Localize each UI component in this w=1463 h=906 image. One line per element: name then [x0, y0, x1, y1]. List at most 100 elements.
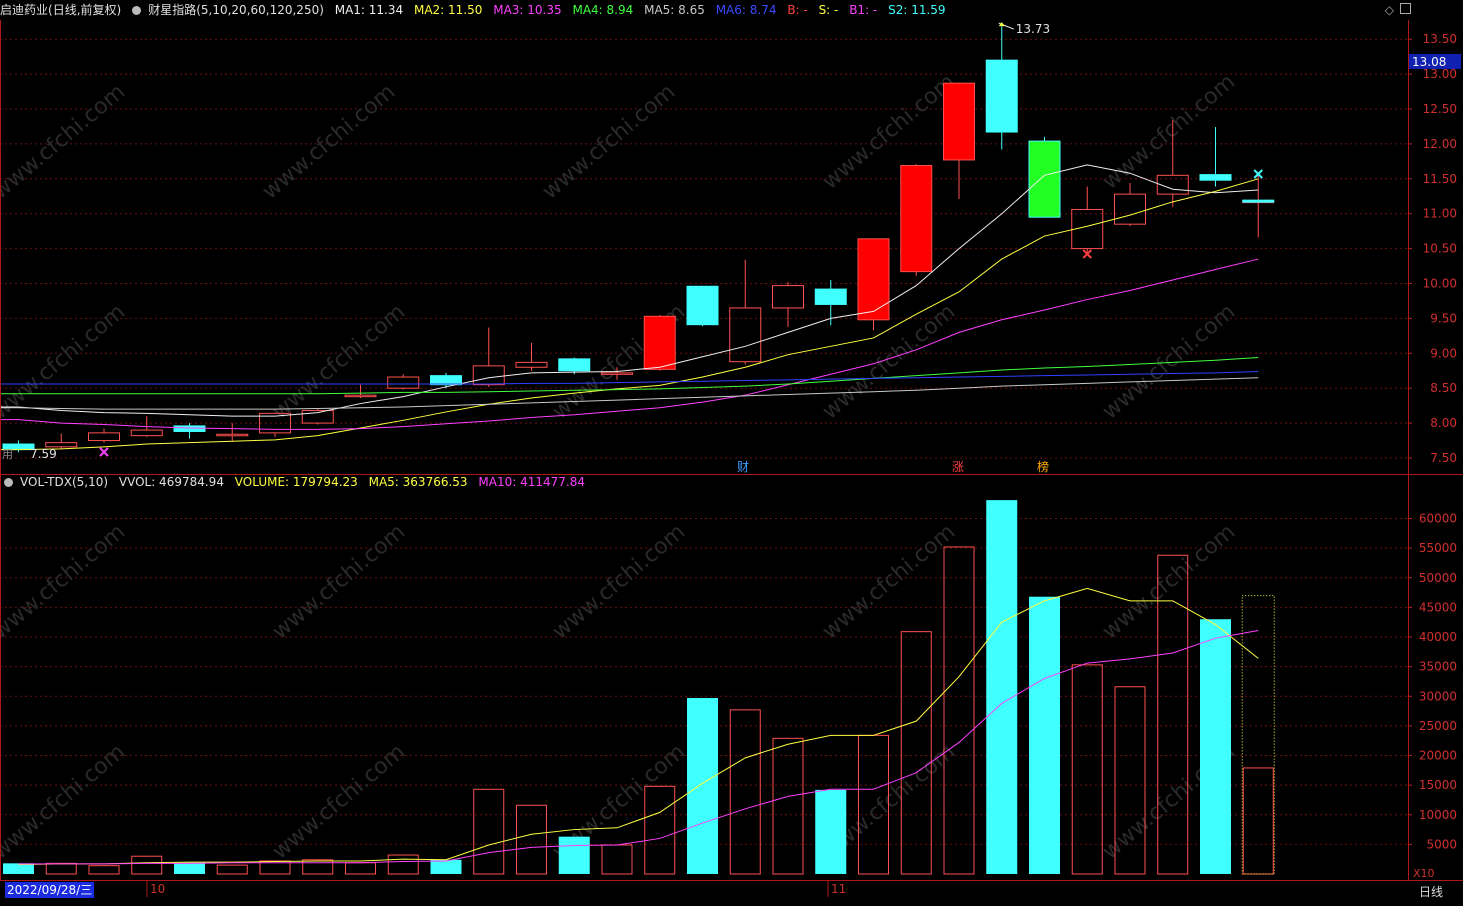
panel-window-controls: ◇	[1385, 3, 1411, 17]
price-tick-label: 11.50	[1423, 172, 1457, 186]
price-panel-header: 启迪药业(日线,前复权) 财星指路(5,10,20,60,120,250) MA1…	[0, 0, 1380, 20]
watermark-text: www.cfchi.com	[268, 739, 410, 864]
candle-body	[814, 288, 847, 305]
watermark-text: www.cfchi.com	[0, 79, 130, 204]
cursor-date: 2022/09/28/三	[5, 882, 95, 898]
candle-body	[1028, 140, 1061, 218]
candle-body	[173, 425, 206, 432]
candle-body	[943, 82, 975, 161]
watermark-text: www.cfchi.com	[268, 299, 410, 424]
volume-bar	[943, 546, 975, 875]
buy-x-marker	[99, 447, 109, 457]
low-price-label: 7.59	[30, 447, 57, 461]
s2-value: S2: 11.59	[888, 3, 946, 17]
volume-bar	[687, 698, 718, 874]
ma-line-ma1	[0, 164, 1259, 417]
vol-ma10-value: MA10: 411477.84	[478, 475, 585, 489]
candle-body	[900, 165, 933, 273]
watermark-text: www.cfchi.com	[0, 739, 130, 864]
volume-tick-label: 25000	[1419, 719, 1457, 733]
diamond-icon[interactable]: ◇	[1385, 3, 1394, 17]
price-tick-label: 8.50	[1430, 381, 1457, 395]
volume-bar	[558, 836, 590, 874]
candle-body	[430, 375, 462, 386]
watermark-text: www.cfchi.com	[548, 519, 690, 644]
volume-panel-header: VOL-TDX(5,10) VVOL: 469784.94 VOLUME: 17…	[0, 472, 1380, 492]
vol-indicator-name[interactable]: VOL-TDX(5,10)	[20, 475, 108, 489]
volume-unit-label: X10	[1413, 867, 1435, 880]
candlestick-plot	[2, 23, 1275, 453]
ma3-value: MA3: 10.35	[493, 3, 562, 17]
volume-bar	[644, 785, 676, 875]
volume-bar	[772, 737, 804, 875]
candle-body	[643, 315, 676, 370]
high-arrow-icon	[998, 22, 1005, 27]
watermark-text: www.cfchi.com	[258, 79, 400, 204]
volume-tick-label: 50000	[1419, 571, 1457, 585]
volume-bar	[473, 788, 505, 875]
watermark-text: www.cfchi.com	[818, 519, 960, 644]
candle-body	[88, 432, 120, 442]
price-tick-label: 12.50	[1423, 102, 1457, 116]
volume-tick-label: 45000	[1419, 600, 1457, 614]
volume-bar	[601, 844, 633, 875]
price-tick-label: 9.50	[1430, 311, 1457, 325]
volume-tick-label: 40000	[1419, 630, 1457, 644]
volume-tick-label: 55000	[1419, 541, 1457, 555]
period-button[interactable]: 日线	[1419, 883, 1443, 900]
candle-body	[1114, 193, 1146, 225]
volume-tick-label: 20000	[1419, 749, 1457, 763]
ma4-value: MA4: 8.94	[572, 3, 634, 17]
volume-bar	[387, 854, 419, 875]
volume-tick-label: 30000	[1419, 689, 1457, 703]
watermark-text: www.cfchi.com	[818, 69, 960, 194]
candle-body	[686, 285, 719, 326]
ma1-value: MA1: 11.34	[334, 3, 404, 17]
watermark-text: www.cfchi.com	[538, 79, 680, 204]
left-note-label: 用	[2, 448, 13, 461]
maximize-icon[interactable]	[1400, 3, 1411, 14]
candle-body	[387, 376, 420, 389]
volume-tick-label: 35000	[1419, 660, 1457, 674]
volume-bar	[1200, 619, 1231, 874]
s2-level-dash	[1242, 199, 1275, 203]
volume-axis: 5000 10000 15000 20000 25000 30000 35000 40000 4…	[1408, 512, 1457, 880]
volume-bar	[1242, 767, 1274, 875]
volume-bar	[729, 709, 761, 875]
b1-value: B1: -	[849, 3, 878, 17]
watermark-text: www.cfchi.com	[0, 519, 130, 644]
candle-body	[216, 433, 249, 437]
price-tick-label: 13.00	[1423, 67, 1457, 81]
vol-settings-icon[interactable]	[4, 478, 13, 487]
price-tick-label: 7.50	[1430, 451, 1457, 465]
period-label: (日线,前复权)	[48, 3, 122, 17]
volume-bar	[302, 859, 334, 875]
volume-bar	[986, 500, 1018, 874]
s-value: S: -	[818, 3, 839, 17]
candle-body	[472, 365, 505, 386]
stock-name[interactable]: 启迪药业	[0, 3, 48, 17]
ma6-value: MA6: 8.74	[715, 3, 777, 17]
month-label-11: 11	[831, 882, 846, 896]
current-price-label: 13.08	[1412, 55, 1446, 69]
price-tick-label: 8.00	[1430, 416, 1457, 430]
chart-stage[interactable]: www.cfchi.com www.cfchi.com www.cfchi.com w…	[0, 0, 1463, 902]
watermark-text: www.cfchi.com	[1098, 299, 1240, 424]
volume-bar	[216, 864, 248, 875]
vvol-projection	[1241, 595, 1275, 875]
ma2-value: MA2: 11.50	[413, 3, 483, 17]
moving-average-lines: 13.737.59用财涨榜	[0, 22, 1275, 474]
indicator-name[interactable]: 财星指路(5,10,20,60,120,250)	[148, 3, 324, 17]
month-label-10: 10	[150, 882, 165, 896]
high-price-label: 13.73	[1016, 22, 1050, 36]
price-tick-label: 10.50	[1423, 242, 1457, 256]
chart-canvas[interactable]: www.cfchi.com www.cfchi.com www.cfchi.com w…	[0, 0, 1463, 902]
volume-bar	[3, 863, 34, 874]
price-tick-label: 11.00	[1423, 207, 1457, 221]
price-axis: 7.50 8.00 8.50 9.00 9.50 10.00 10.50 11.00 11.50…	[1408, 32, 1461, 465]
candle-body	[515, 361, 548, 368]
vol-ma5-value: MA5: 363766.53	[368, 475, 468, 489]
indicator-settings-icon[interactable]	[132, 6, 142, 15]
b-value: B: -	[787, 3, 808, 17]
volume-bar	[1029, 596, 1060, 874]
